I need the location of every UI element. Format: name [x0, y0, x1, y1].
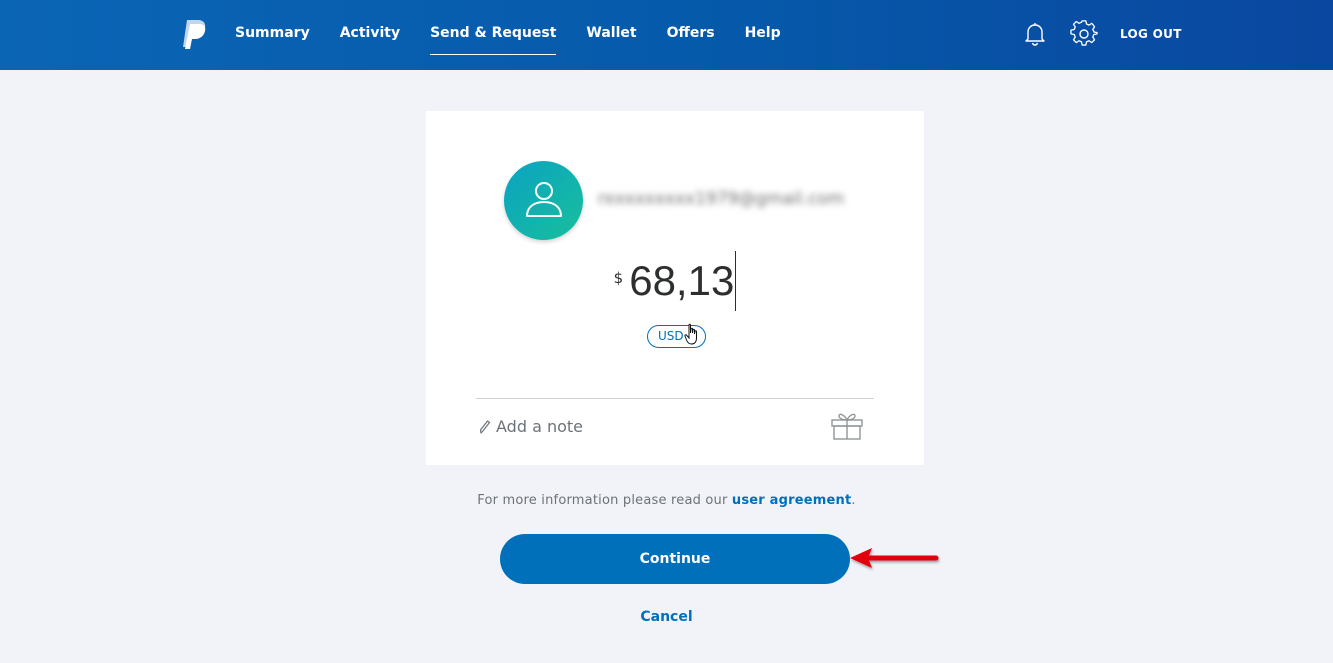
add-note-label: Add a note	[496, 417, 583, 436]
nav-activity[interactable]: Activity	[340, 24, 400, 48]
nav-offers[interactable]: Offers	[667, 24, 715, 48]
paypal-logo-icon[interactable]	[180, 18, 208, 50]
gear-icon[interactable]	[1070, 20, 1098, 48]
annotation-arrow-icon	[850, 548, 939, 568]
bell-icon[interactable]	[1022, 21, 1048, 47]
amount-input[interactable]: 68,13	[629, 251, 737, 311]
nav-summary[interactable]: Summary	[235, 24, 310, 48]
gift-icon[interactable]	[830, 411, 864, 441]
user-agreement-link[interactable]: user agreement	[732, 493, 852, 508]
info-text: For more information please read our	[477, 493, 732, 508]
currency-symbol: $	[613, 269, 624, 287]
nav-send-request[interactable]: Send & Request	[430, 24, 557, 55]
amount-display: $68,13	[426, 251, 924, 311]
user-icon	[526, 182, 562, 217]
avatar	[504, 161, 583, 240]
hand-cursor-icon	[684, 323, 697, 345]
pencil-icon	[479, 419, 491, 434]
logout-button[interactable]: LOG OUT	[1120, 27, 1182, 41]
top-navigation-bar: Summary Activity Send & Request Wallet O…	[0, 0, 1333, 70]
recipient-email: rxxxxxxxxx1979@gmail.com	[598, 189, 845, 209]
payment-card: rxxxxxxxxx1979@gmail.com $68,13 USD Add …	[426, 111, 924, 465]
info-suffix: .	[851, 493, 856, 508]
nav-wallet[interactable]: Wallet	[586, 24, 636, 48]
cancel-link[interactable]: Cancel	[0, 609, 1333, 625]
nav-help[interactable]: Help	[745, 24, 781, 48]
divider	[476, 398, 874, 399]
continue-button[interactable]: Continue	[500, 534, 850, 584]
main-nav: Summary Activity Send & Request Wallet O…	[235, 24, 811, 55]
user-agreement-info: For more information please read our use…	[0, 493, 1333, 508]
add-note-field[interactable]: Add a note	[478, 417, 583, 436]
